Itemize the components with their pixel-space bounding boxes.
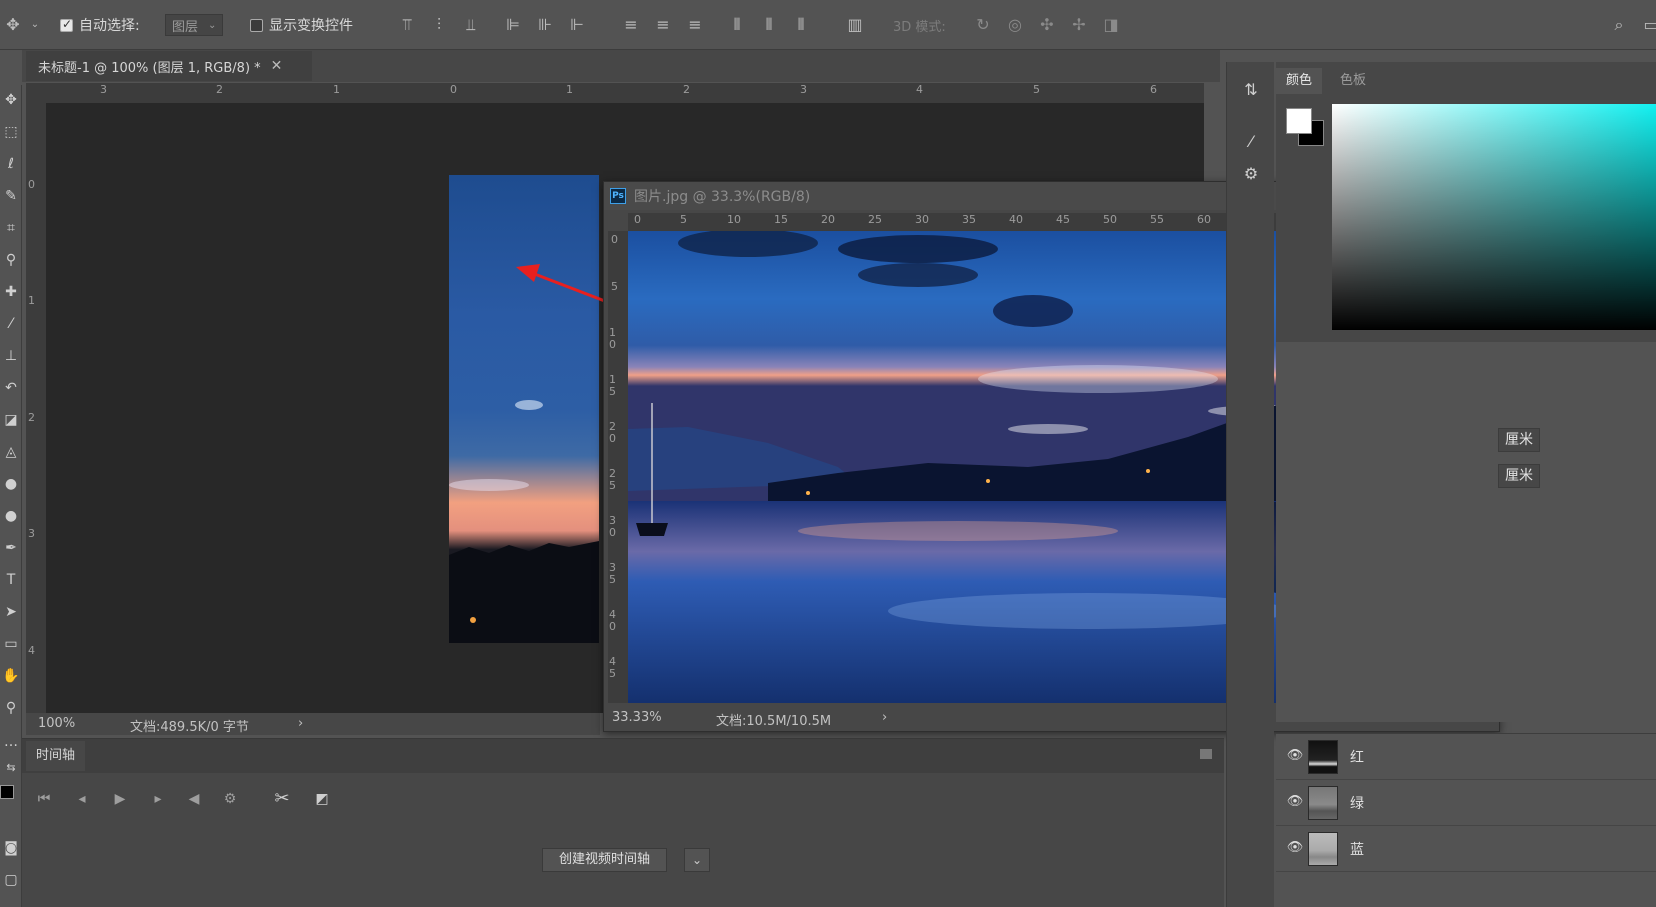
channel-thumbnail <box>1308 740 1338 774</box>
tab-color[interactable]: 颜色 <box>1276 68 1323 94</box>
channel-row-green[interactable]: 👁 绿 <box>1276 780 1656 826</box>
chevron-down-icon[interactable]: ⌄ <box>684 848 710 872</box>
photoshop-logo-icon: Ps <box>610 188 626 204</box>
color-panel: 颜色 色板 <box>1276 62 1656 342</box>
foreground-color-swatch[interactable] <box>1286 108 1312 134</box>
color-picker-field[interactable] <box>1332 104 1656 330</box>
timeline-header <box>22 739 1224 773</box>
channel-name: 红 <box>1350 750 1364 766</box>
create-video-timeline-button[interactable]: 创建视频时间轴 <box>542 848 668 872</box>
ruler-label: 15 <box>774 213 788 226</box>
channel-thumbnail <box>1308 786 1338 820</box>
width-unit-field[interactable]: 厘米 <box>1498 428 1540 452</box>
ruler-label: 25 <box>868 213 882 226</box>
channels-panel: 👁 红 👁 绿 👁 蓝 <box>1276 733 1656 907</box>
channel-name: 绿 <box>1350 796 1364 812</box>
play-icon[interactable]: ▶ <box>108 787 132 811</box>
floating-window-title: 图片.jpg @ 33.3%(RGB/8) <box>634 189 811 205</box>
ruler-label: 55 <box>1150 213 1164 226</box>
ruler-label: 15 <box>609 373 616 398</box>
history-panel-icon[interactable]: ⇅ <box>1239 78 1263 102</box>
ruler-label: 35 <box>962 213 976 226</box>
ruler-label: 5 <box>611 280 618 293</box>
brush-settings-icon[interactable]: ⁄ <box>1239 130 1263 154</box>
settings-gear-icon[interactable]: ⚙ <box>218 787 242 811</box>
height-unit-field[interactable]: 厘米 <box>1498 464 1540 488</box>
ruler-label: 10 <box>727 213 741 226</box>
ruler-label: 30 <box>609 514 616 539</box>
floating-doc-info: 文档:10.5M/10.5M <box>716 714 832 729</box>
scissors-icon[interactable]: ✂ <box>270 787 294 811</box>
ruler-label: 45 <box>609 655 616 680</box>
ruler-label: 35 <box>609 561 616 586</box>
ruler-label: 10 <box>609 326 616 351</box>
next-frame-icon[interactable]: ▸ <box>146 787 170 811</box>
channel-thumbnail <box>1308 832 1338 866</box>
tab-swatches[interactable]: 色板 <box>1330 68 1376 94</box>
channel-row-red[interactable]: 👁 红 <box>1276 734 1656 780</box>
audio-icon[interactable]: ◀ <box>182 787 206 811</box>
channel-name: 蓝 <box>1350 842 1364 858</box>
ruler-label: 60 <box>1197 213 1211 226</box>
eye-icon[interactable]: 👁 <box>1286 747 1304 765</box>
ruler-label: 30 <box>915 213 929 226</box>
ruler-label: 45 <box>1056 213 1070 226</box>
collapsed-panels-column: ⇅ ⁄ ⚙ <box>1226 62 1274 907</box>
ruler-label: 25 <box>609 467 616 492</box>
ruler-label: 50 <box>1103 213 1117 226</box>
floating-vertical-ruler: 0 5 10 15 20 25 30 35 40 45 <box>608 231 628 703</box>
floating-zoom[interactable]: 33.33% <box>612 710 662 725</box>
ruler-label: 0 <box>634 213 641 226</box>
go-to-first-frame-icon[interactable]: ⏮ <box>32 787 56 811</box>
eye-icon[interactable]: 👁 <box>1286 793 1304 811</box>
ruler-label: 20 <box>609 420 616 445</box>
ruler-label: 5 <box>680 213 687 226</box>
panel-menu-icon[interactable] <box>1200 749 1212 759</box>
channel-row-blue[interactable]: 👁 蓝 <box>1276 826 1656 872</box>
brush-presets-icon[interactable]: ⚙ <box>1239 162 1263 186</box>
timeline-panel: 时间轴 ⏮ ◂ ▶ ▸ ◀ ⚙ ✂ ◩ 创建视频时间轴 ⌄ <box>22 738 1224 907</box>
status-menu-arrow-icon[interactable]: › <box>882 710 887 725</box>
eye-icon[interactable]: 👁 <box>1286 839 1304 857</box>
ruler-label: 40 <box>609 608 616 633</box>
properties-panel: 厘米 厘米 <box>1276 342 1656 722</box>
ruler-label: 20 <box>821 213 835 226</box>
ruler-label: 0 <box>611 233 618 246</box>
previous-frame-icon[interactable]: ◂ <box>70 787 94 811</box>
transition-icon[interactable]: ◩ <box>310 787 334 811</box>
tab-timeline[interactable]: 时间轴 <box>26 741 86 771</box>
ruler-label: 40 <box>1009 213 1023 226</box>
